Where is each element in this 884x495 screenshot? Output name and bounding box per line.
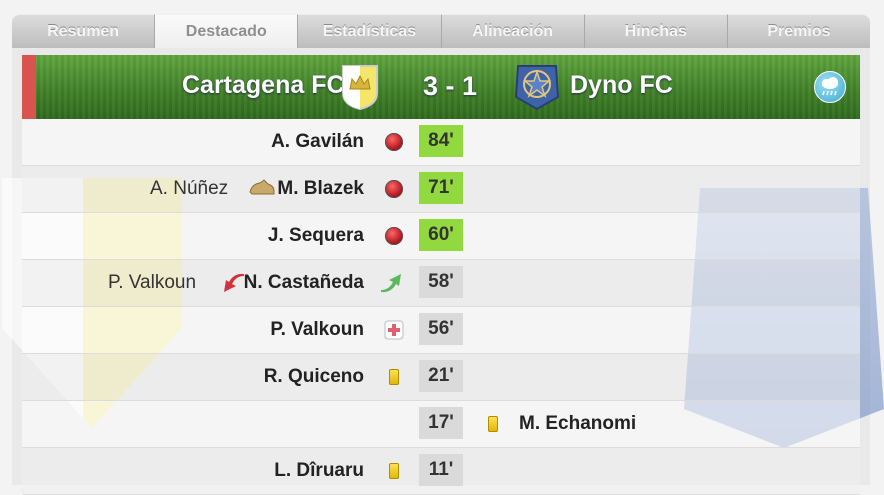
event-row: R. Quiceno 21' [22, 354, 860, 401]
event-row: A. Gavilán 84' [22, 119, 860, 166]
sub-out-arrow-icon [224, 273, 244, 292]
home-crest-icon [342, 65, 378, 111]
player-name: N. Castañeda [243, 272, 364, 293]
event-minute: 21' [419, 360, 463, 392]
event-minute: 17' [419, 407, 463, 439]
event-row: P. Valkoun 56' [22, 307, 860, 354]
yellow-card-icon [488, 416, 498, 432]
event-minute: 11' [419, 454, 463, 486]
substituted-player-name: P. Valkoun [108, 272, 197, 293]
event-minute: 58' [419, 266, 463, 298]
tab-premios[interactable]: Premios [727, 14, 871, 48]
yellow-card-icon [389, 369, 399, 385]
injury-icon [384, 320, 404, 340]
player-name: M. Echanomi [519, 413, 637, 434]
event-list: A. Gavilán 84' A. Núñez M. Blazek 71' J.… [22, 119, 860, 495]
rain-cloud-icon[interactable] [814, 71, 846, 103]
event-row: J. Sequera 60' [22, 213, 860, 260]
event-row: P. Valkoun N. Castañeda 58' [22, 260, 860, 307]
yellow-card-icon [389, 463, 399, 479]
player-name: M. Blazek [277, 178, 364, 199]
tab-alineacion[interactable]: Alineación [441, 14, 585, 48]
score-header: Cartagena FC 3 - 1 Dyno FC [22, 55, 860, 119]
event-minute: 84' [419, 125, 463, 157]
event-minute: 56' [419, 313, 463, 345]
tab-resumen[interactable]: Resumen [12, 14, 156, 48]
event-row: L. Dîruaru 11' [22, 448, 860, 495]
player-name: R. Quiceno [263, 366, 364, 387]
player-name: A. Gavilán [271, 131, 364, 152]
assist-player-name: A. Núñez [150, 178, 229, 199]
tab-estadisticas[interactable]: Estadísticas [298, 14, 442, 48]
match-panel: Cartagena FC 3 - 1 Dyno FC A. Gavilán 84… [2, 48, 884, 495]
away-crest-icon [514, 65, 560, 111]
player-name: J. Sequera [267, 225, 364, 246]
player-name: L. Dîruaru [274, 460, 364, 481]
event-minute: 71' [419, 172, 463, 204]
event-minute: 60' [419, 219, 463, 251]
scoreline: 3 - 1 [422, 71, 478, 101]
tab-bar: Resumen Destacado Estadísticas Alineació… [12, 14, 871, 48]
home-team-name: Cartagena FC [182, 71, 345, 99]
tab-destacado[interactable]: Destacado [155, 14, 299, 48]
player-name: P. Valkoun [270, 319, 364, 340]
ball-icon [385, 180, 403, 198]
event-row: 17' M. Echanomi [22, 401, 860, 448]
boot-icon [249, 179, 275, 195]
sub-in-arrow-icon [381, 274, 401, 293]
event-row: A. Núñez M. Blazek 71' [22, 166, 860, 213]
away-team-name: Dyno FC [570, 71, 673, 99]
ball-icon [385, 227, 403, 245]
accent-bar [22, 55, 36, 119]
tab-hinchas[interactable]: Hinchas [584, 14, 728, 48]
ball-icon [385, 133, 403, 151]
